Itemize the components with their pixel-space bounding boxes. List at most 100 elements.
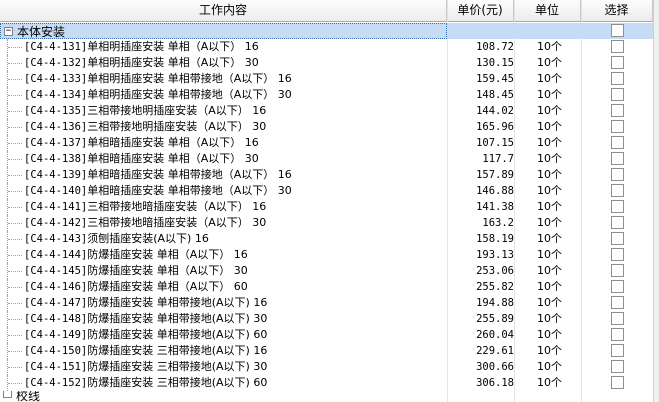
table-row[interactable]: [C4-4-131]单相明插座安装 单相（A以下） 16 108.72 10个 <box>0 39 653 55</box>
item-name: 防爆插座安装 三相带接地(A以下) 30 <box>87 360 268 373</box>
vertical-scrollbar[interactable] <box>653 0 659 402</box>
select-cell <box>581 263 653 279</box>
table-row[interactable]: [C4-4-149]防爆插座安装 单相带接地(A以下) 60 260.04 10个 <box>0 327 653 343</box>
price-value: 144.02 <box>476 105 514 117</box>
select-cell <box>581 311 653 327</box>
table-row[interactable]: [C4-4-143]须刨插座安装(A以下) 16 158.19 10个 <box>0 231 653 247</box>
select-checkbox[interactable] <box>611 56 624 69</box>
unit-cell: 10个 <box>537 40 562 53</box>
table-body: − 本体安装 [C4-4-131]单相明插座安装 单相（A以下） 16 108.7… <box>0 23 653 391</box>
select-checkbox[interactable] <box>611 344 624 357</box>
price-cell: 157.89 <box>447 167 514 183</box>
item-label: [C4-4-139]单相暗插座安装 单相带接地（A以下） 16 <box>24 167 292 183</box>
select-checkbox[interactable] <box>611 232 624 245</box>
table-row[interactable]: [C4-4-138]单相暗插座安装 单相（A以下） 30 117.7 10个 <box>0 151 653 167</box>
table-row[interactable]: [C4-4-137]单相暗插座安装 单相（A以下） 16 107.15 10个 <box>0 135 653 151</box>
select-checkbox[interactable] <box>611 280 624 293</box>
table-row[interactable]: [C4-4-151]防爆插座安装 三相带接地(A以下) 30 300.66 10个 <box>0 359 653 375</box>
table-row[interactable]: [C4-4-136]三相带接地明插座安装（A以下） 30 165.96 10个 <box>0 119 653 135</box>
item-code: [C4-4-133] <box>24 73 88 85</box>
table-row[interactable]: [C4-4-146]防爆插座安装 单相（A以下） 60 255.82 10个 <box>0 279 653 295</box>
column-header-unit[interactable]: 单位 <box>514 0 581 21</box>
tree-branch <box>8 351 22 353</box>
price-cell: 108.72 <box>447 39 514 55</box>
tree-branch <box>8 143 22 145</box>
table-row[interactable]: [C4-4-148]防爆插座安装 单相带接地(A以下) 30 255.89 10个 <box>0 311 653 327</box>
column-header-price[interactable]: 单价(元) <box>447 0 514 21</box>
tree-branch <box>8 367 22 369</box>
select-cell <box>581 247 653 263</box>
item-name: 防爆插座安装 三相带接地(A以下) 16 <box>87 344 268 357</box>
select-checkbox[interactable] <box>611 248 624 261</box>
table-row[interactable]: [C4-4-140]单相暗插座安装 单相带接地（A以下） 30 146.88 10个 <box>0 183 653 199</box>
price-value: 193.13 <box>476 249 514 261</box>
item-code: [C4-4-134] <box>24 89 88 101</box>
item-code: [C4-4-142] <box>24 217 88 229</box>
unit-cell: 10个 <box>537 216 562 229</box>
select-checkbox[interactable] <box>611 312 624 325</box>
select-checkbox[interactable] <box>611 200 624 213</box>
expand-icon[interactable] <box>3 391 12 398</box>
select-checkbox[interactable] <box>611 328 624 341</box>
table-row[interactable]: [C4-4-147]防爆插座安装 单相带接地(A以下) 16 194.88 10个 <box>0 295 653 311</box>
item-code: [C4-4-131] <box>24 41 88 53</box>
select-checkbox[interactable] <box>611 72 624 85</box>
select-checkbox[interactable] <box>611 184 624 197</box>
select-checkbox[interactable] <box>611 120 624 133</box>
work-cell: [C4-4-147]防爆插座安装 单相带接地(A以下) 16 <box>0 295 447 311</box>
table-row[interactable]: [C4-4-145]防爆插座安装 单相（A以下） 30 253.06 10个 <box>0 263 653 279</box>
collapse-icon[interactable]: − <box>4 27 13 36</box>
group-row-next[interactable]: 校线 <box>0 391 653 402</box>
select-cell <box>581 39 653 55</box>
tree-branch <box>8 223 22 225</box>
table-row[interactable]: [C4-4-152]防爆插座安装 三相带接地(A以下) 60 306.18 10个 <box>0 375 653 391</box>
work-cell: [C4-4-133]单相明插座安装 单相带接地（A以下） 16 <box>0 71 447 87</box>
group-row-benti[interactable]: − 本体安装 <box>0 23 653 39</box>
table-row[interactable]: [C4-4-134]单相明插座安装 单相带接地（A以下） 30 148.45 10个 <box>0 87 653 103</box>
table-row[interactable]: [C4-4-142]三相带接地暗插座安装（A以下） 30 163.2 10个 <box>0 215 653 231</box>
price-value: 255.89 <box>476 313 514 325</box>
item-name: 单相暗插座安装 单相（A以下） 30 <box>87 152 259 165</box>
column-header-select[interactable]: 选择 <box>581 0 653 21</box>
price-cell: 193.13 <box>447 247 514 263</box>
select-checkbox[interactable] <box>611 152 624 165</box>
table-row[interactable]: [C4-4-139]单相暗插座安装 单相带接地（A以下） 16 157.89 10个 <box>0 167 653 183</box>
work-cell: [C4-4-141]三相带接地暗插座安装（A以下） 16 <box>0 199 447 215</box>
work-cell: [C4-4-149]防爆插座安装 单相带接地(A以下) 60 <box>0 327 447 343</box>
price-value: 165.96 <box>476 121 514 133</box>
select-cell <box>581 103 653 119</box>
table-row[interactable]: [C4-4-144]防爆插座安装 单相（A以下） 16 193.13 10个 <box>0 247 653 263</box>
table-row[interactable]: [C4-4-133]单相明插座安装 单相带接地（A以下） 16 159.45 10个 <box>0 71 653 87</box>
item-name: 单相暗插座安装 单相带接地（A以下） 16 <box>87 168 292 181</box>
tree-branch <box>8 95 22 97</box>
select-checkbox[interactable] <box>611 296 624 309</box>
item-label: [C4-4-141]三相带接地暗插座安装（A以下） 16 <box>24 199 266 215</box>
select-cell <box>581 119 653 135</box>
column-header-work[interactable]: 工作内容 <box>0 0 447 21</box>
item-name: 三相带接地明插座安装（A以下） 16 <box>87 104 267 117</box>
item-code: [C4-4-136] <box>24 121 88 133</box>
select-checkbox[interactable] <box>611 24 624 37</box>
select-checkbox[interactable] <box>611 136 624 149</box>
unit-cell: 10个 <box>537 120 562 133</box>
unit-cell: 10个 <box>537 264 562 277</box>
select-checkbox[interactable] <box>611 40 624 53</box>
select-checkbox[interactable] <box>611 88 624 101</box>
select-checkbox[interactable] <box>611 376 624 389</box>
select-checkbox[interactable] <box>611 168 624 181</box>
work-cell: [C4-4-143]须刨插座安装(A以下) 16 <box>0 231 447 247</box>
select-checkbox[interactable] <box>611 264 624 277</box>
tree-branch <box>8 239 22 241</box>
table-row[interactable]: [C4-4-141]三相带接地暗插座安装（A以下） 16 141.38 10个 <box>0 199 653 215</box>
unit-cell: 10个 <box>537 168 562 181</box>
table-row[interactable]: [C4-4-132]单相明插座安装 单相（A以下） 30 130.15 10个 <box>0 55 653 71</box>
unit-cell: 10个 <box>537 312 562 325</box>
table-row[interactable]: [C4-4-135]三相带接地明插座安装（A以下） 16 144.02 10个 <box>0 103 653 119</box>
select-checkbox[interactable] <box>611 360 624 373</box>
unit-cell: 10个 <box>537 248 562 261</box>
item-code: [C4-4-148] <box>24 313 88 325</box>
select-checkbox[interactable] <box>611 104 624 117</box>
table-row[interactable]: [C4-4-150]防爆插座安装 三相带接地(A以下) 16 229.61 10个 <box>0 343 653 359</box>
item-code: [C4-4-152] <box>24 377 88 389</box>
select-checkbox[interactable] <box>611 216 624 229</box>
